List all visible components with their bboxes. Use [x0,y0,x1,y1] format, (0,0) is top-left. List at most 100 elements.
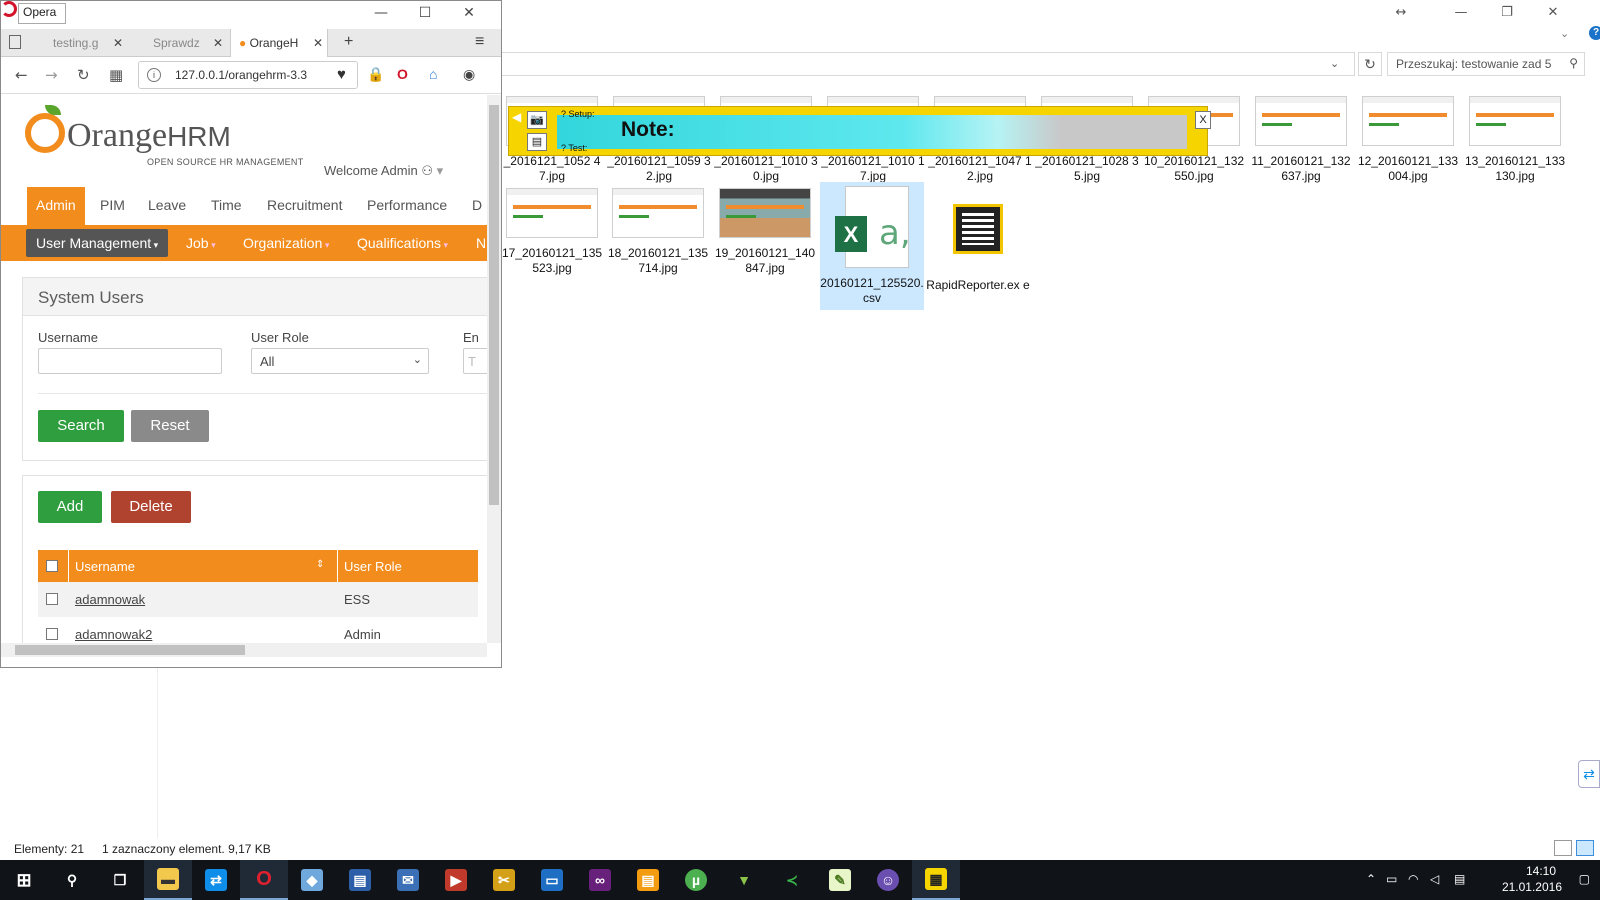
column-header-username[interactable]: Username [75,559,135,574]
menu-pim[interactable]: PIM [91,187,134,225]
menu-leave[interactable]: Leave [139,187,195,225]
bookmark-heart-icon[interactable]: ♥ [337,66,346,83]
reset-button[interactable]: Reset [131,410,209,442]
keyboard-icon[interactable]: ▤ [1454,872,1465,886]
page-icon[interactable] [9,35,21,49]
minimize-button[interactable]: — [365,3,397,23]
minimize-button[interactable]: — [1438,0,1484,24]
username-input[interactable] [38,348,222,374]
tab-sprawdz[interactable]: Sprawdz ✕ [131,29,227,57]
file-item[interactable]: RapidReporter.ex e [926,184,1030,310]
media-app-icon[interactable]: ▶ [432,860,480,900]
speed-dial-icon[interactable]: ▦ [109,66,123,84]
opera-adblock-icon[interactable]: O [397,66,408,82]
search-button[interactable]: Search [38,410,124,442]
submenu-organization[interactable]: Organization ▾ [233,229,339,257]
menu-performance[interactable]: Performance [358,187,456,225]
employee-name-input[interactable]: T [463,348,487,374]
volume-icon[interactable]: ◁ [1430,872,1439,886]
visual-studio-icon[interactable]: ∞ [576,860,624,900]
notifications-icon[interactable]: ▢ [1579,872,1590,886]
new-tab-button[interactable]: + [344,33,353,51]
vscode-icon[interactable]: ≺ [768,860,816,900]
thunderbird-icon[interactable]: ✉ [384,860,432,900]
camera-icon[interactable]: 📷 [527,111,547,129]
tab-testing[interactable]: testing.g ✕ [31,29,127,57]
github-icon[interactable]: ☺ [864,860,912,900]
clock-time[interactable]: 14:10 [1526,864,1556,878]
collapse-arrow-icon[interactable]: ◀ [512,110,521,124]
wifi-icon[interactable]: ◠ [1408,872,1418,886]
file-item-selected[interactable]: X a, 20160121_125520. csv [820,182,924,310]
sort-icon[interactable]: ⇕ [316,559,324,570]
file-item[interactable]: 13_20160121_133 130.jpg [1463,92,1567,188]
tools-icon[interactable]: ✂ [480,860,528,900]
forward-button[interactable]: → [45,66,58,84]
tab-orangehrm[interactable]: ● OrangeH ✕ [230,29,328,57]
chevron-up-icon[interactable]: ⌃ [1366,872,1376,886]
close-button[interactable]: ✕ [1530,0,1576,24]
submenu-qualifications[interactable]: Qualifications ▾ [347,229,458,257]
submenu-user-management[interactable]: User Management ▾ [26,229,169,257]
file-explorer-icon[interactable]: ▬ [144,860,192,900]
chevron-down-icon[interactable]: ⌄ [1330,57,1339,70]
notes-icon[interactable]: ▤ [624,860,672,900]
start-button[interactable]: ⊞ [0,860,48,900]
teamviewer-panel-icon[interactable]: ⇄ [1578,760,1600,788]
refresh-button[interactable]: ↻ [1358,52,1382,76]
column-header-user-role[interactable]: User Role [344,559,402,574]
menu-time[interactable]: Time [202,187,251,225]
username-link[interactable]: adamnowak2 [75,627,152,642]
submenu-job[interactable]: Job ▾ [176,229,226,257]
close-tab-icon[interactable]: ✕ [313,36,323,50]
menu-dashboard[interactable]: D [463,187,487,225]
user-role-select[interactable]: All ⌄ [251,348,429,374]
reload-button[interactable]: ↻ [77,66,90,84]
opera-icon[interactable]: O [240,860,288,900]
select-all-checkbox[interactable] [46,560,58,572]
rapidreporter-taskbar-icon[interactable]: ▦ [912,860,960,900]
virtualbox-icon[interactable]: ◆ [288,860,336,900]
help-icon[interactable]: ? [1589,26,1600,40]
path-field[interactable]: ⌄ [500,52,1355,76]
file-item[interactable]: 17_20160121_135 523.jpg [500,184,604,280]
scrollbar-thumb[interactable] [489,105,499,505]
menu-admin[interactable]: Admin [27,187,85,225]
extension-icon[interactable]: ⌂ [429,66,437,82]
horizontal-scrollbar[interactable] [1,643,487,657]
menu-recruitment[interactable]: Recruitment [258,187,351,225]
row-checkbox[interactable] [46,628,58,640]
maximize-button[interactable]: ☐ [409,3,441,23]
close-tab-icon[interactable]: ✕ [113,36,123,50]
url-field[interactable]: i 127.0.0.1/orangehrm-3.3 [138,61,358,89]
utorrent-icon[interactable]: µ [672,860,720,900]
large-icons-view-button[interactable] [1576,840,1594,856]
battery-icon[interactable]: ▭ [1386,872,1397,886]
file-item[interactable]: 12_20160121_133 004.jpg [1356,92,1460,188]
screenshot-icon[interactable]: ▤ [527,133,547,151]
vertical-scrollbar[interactable] [487,95,501,643]
details-view-button[interactable] [1554,840,1572,856]
file-item[interactable]: 18_20160121_135 714.jpg [606,184,710,280]
close-tab-icon[interactable]: ✕ [213,36,223,50]
back-button[interactable]: ← [15,66,28,84]
add-button[interactable]: Add [38,491,102,523]
file-item[interactable]: 19_20160121_140 847.jpg [713,184,817,280]
account-icon[interactable]: ◉ [463,66,475,83]
info-icon[interactable]: i [147,68,161,82]
submenu-nationalities[interactable]: N [466,229,487,257]
scrollbar-thumb[interactable] [15,645,245,655]
close-button[interactable]: ✕ [453,3,485,23]
tab-menu-icon[interactable]: ≡ [475,33,484,51]
ribbon-expand-icon[interactable]: ⌄ [1560,27,1569,40]
delete-button[interactable]: Delete [111,491,191,523]
lock-extension-icon[interactable]: 🔒 [367,66,384,83]
store-icon[interactable]: ▭ [528,860,576,900]
restore-button[interactable]: ❐ [1484,0,1530,24]
row-checkbox[interactable] [46,593,58,605]
arrow-app-icon[interactable]: ▼ [720,860,768,900]
file-item[interactable]: 11_20160121_132 637.jpg [1249,92,1353,188]
teamviewer-icon[interactable]: ⇄ [192,860,240,900]
search-icon[interactable]: ⚲ [48,860,96,900]
task-view-icon[interactable]: ❐ [96,860,144,900]
